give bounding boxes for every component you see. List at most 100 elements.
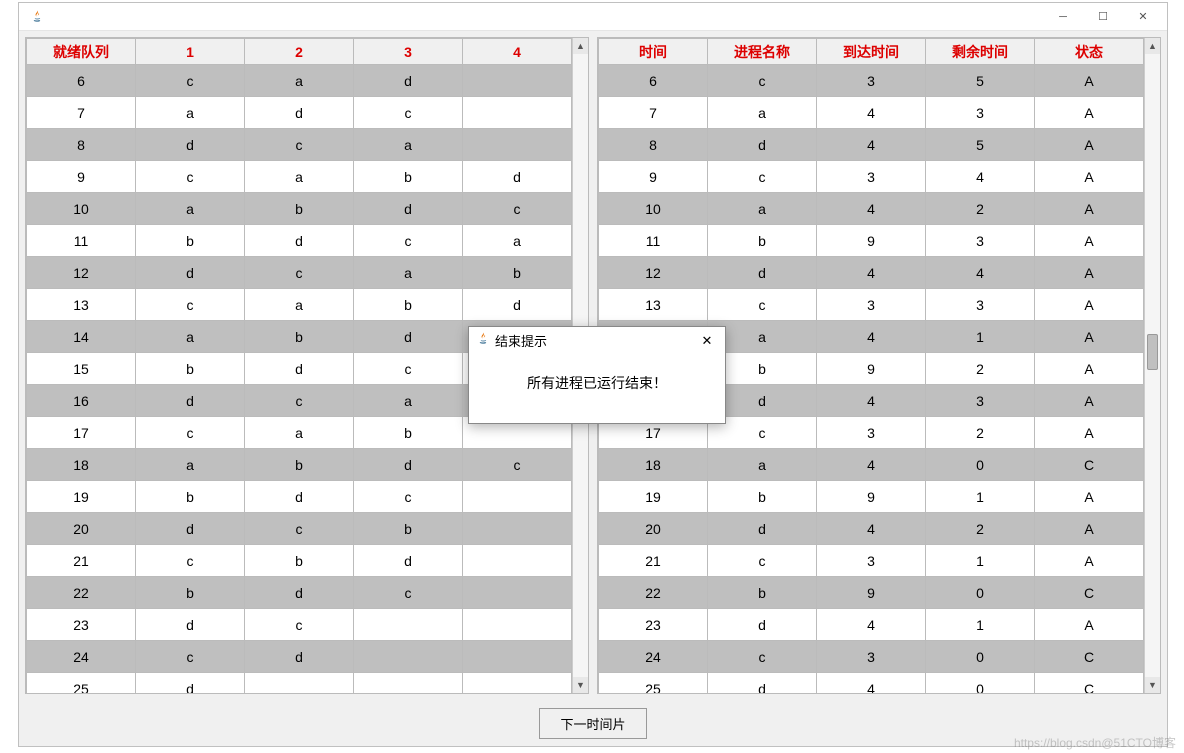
table-row[interactable]: 23d41A: [599, 609, 1144, 641]
table-cell: 19: [27, 481, 136, 513]
titlebar: ─ ☐ ✕: [19, 3, 1167, 31]
table-row[interactable]: 6cad: [27, 65, 572, 97]
table-cell: 0: [926, 449, 1035, 481]
table-cell: 8: [27, 129, 136, 161]
table-cell: [354, 673, 463, 694]
table-cell: b: [136, 577, 245, 609]
scroll-up-button[interactable]: ▲: [573, 38, 588, 54]
table-cell: 22: [27, 577, 136, 609]
table-row[interactable]: 12dcab: [27, 257, 572, 289]
table-row[interactable]: 11b93A: [599, 225, 1144, 257]
table-row[interactable]: 18abdc: [27, 449, 572, 481]
table-row[interactable]: 21c31A: [599, 545, 1144, 577]
table-cell: 2: [926, 417, 1035, 449]
dialog-close-button[interactable]: ✕: [695, 333, 719, 349]
table-cell: 3: [817, 161, 926, 193]
table-row[interactable]: 22b90C: [599, 577, 1144, 609]
table-cell: b: [708, 481, 817, 513]
next-timeslice-button[interactable]: 下一时间片: [539, 708, 646, 739]
table-cell: d: [463, 161, 572, 193]
table-cell: d: [136, 385, 245, 417]
scroll-down-button[interactable]: ▼: [573, 677, 588, 693]
table-cell: 4: [817, 321, 926, 353]
table-cell: c: [136, 161, 245, 193]
table-row[interactable]: 22bdc: [27, 577, 572, 609]
column-header[interactable]: 3: [354, 39, 463, 65]
table-cell: 15: [27, 353, 136, 385]
table-row[interactable]: 12d44A: [599, 257, 1144, 289]
table-row[interactable]: 10a42A: [599, 193, 1144, 225]
table-cell: 3: [926, 385, 1035, 417]
column-header[interactable]: 到达时间: [817, 39, 926, 65]
table-cell: 19: [599, 481, 708, 513]
table-row[interactable]: 20dcb: [27, 513, 572, 545]
table-row[interactable]: 19b91A: [599, 481, 1144, 513]
table-row[interactable]: 8dca: [27, 129, 572, 161]
table-cell: [463, 545, 572, 577]
table-row[interactable]: 10abdc: [27, 193, 572, 225]
table-cell: c: [136, 65, 245, 97]
table-cell: 11: [27, 225, 136, 257]
column-header[interactable]: 1: [136, 39, 245, 65]
window-controls: ─ ☐ ✕: [1043, 5, 1163, 29]
table-row[interactable]: 24cd: [27, 641, 572, 673]
minimize-button[interactable]: ─: [1043, 5, 1083, 29]
table-row[interactable]: 24c30C: [599, 641, 1144, 673]
table-cell: 12: [599, 257, 708, 289]
scroll-up-button[interactable]: ▲: [1145, 38, 1160, 54]
table-row[interactable]: 21cbd: [27, 545, 572, 577]
table-row[interactable]: 23dc: [27, 609, 572, 641]
table-cell: a: [245, 417, 354, 449]
column-header[interactable]: 状态: [1035, 39, 1144, 65]
column-header[interactable]: 剩余时间: [926, 39, 1035, 65]
table-row[interactable]: 19bdc: [27, 481, 572, 513]
table-cell: a: [136, 321, 245, 353]
table-row[interactable]: 7a43A: [599, 97, 1144, 129]
table-row[interactable]: 11bdca: [27, 225, 572, 257]
table-row[interactable]: 7adc: [27, 97, 572, 129]
table-cell: 9: [817, 225, 926, 257]
table-cell: 5: [926, 65, 1035, 97]
table-cell: 3: [817, 641, 926, 673]
close-button[interactable]: ✕: [1123, 5, 1163, 29]
column-header[interactable]: 就绪队列: [27, 39, 136, 65]
table-row[interactable]: 20d42A: [599, 513, 1144, 545]
column-header[interactable]: 2: [245, 39, 354, 65]
scroll-down-button[interactable]: ▼: [1145, 677, 1160, 693]
table-cell: A: [1035, 513, 1144, 545]
table-cell: d: [708, 673, 817, 694]
table-cell: d: [463, 289, 572, 321]
column-header[interactable]: 进程名称: [708, 39, 817, 65]
table-row[interactable]: 18a40C: [599, 449, 1144, 481]
table-cell: 2: [926, 193, 1035, 225]
table-cell: c: [136, 417, 245, 449]
table-cell: [463, 97, 572, 129]
table-row[interactable]: 9c34A: [599, 161, 1144, 193]
maximize-button[interactable]: ☐: [1083, 5, 1123, 29]
scroll-thumb[interactable]: [1147, 334, 1158, 370]
right-scrollbar[interactable]: ▲ ▼: [1144, 38, 1160, 693]
table-cell: b: [708, 225, 817, 257]
watermark-text: https://blog.csdn@51CTO博客: [1014, 734, 1176, 751]
column-header[interactable]: 4: [463, 39, 572, 65]
table-cell: c: [136, 545, 245, 577]
table-row[interactable]: 25d40C: [599, 673, 1144, 694]
column-header[interactable]: 时间: [599, 39, 708, 65]
table-cell: [354, 641, 463, 673]
table-cell: A: [1035, 545, 1144, 577]
table-row[interactable]: 13cabd: [27, 289, 572, 321]
table-cell: a: [136, 193, 245, 225]
table-cell: c: [708, 289, 817, 321]
table-cell: A: [1035, 65, 1144, 97]
table-cell: b: [136, 353, 245, 385]
table-row[interactable]: 25d: [27, 673, 572, 694]
table-cell: 4: [817, 673, 926, 694]
table-row[interactable]: 6c35A: [599, 65, 1144, 97]
table-cell: 9: [817, 577, 926, 609]
table-row[interactable]: 13c33A: [599, 289, 1144, 321]
table-cell: 3: [817, 545, 926, 577]
table-row[interactable]: 9cabd: [27, 161, 572, 193]
scroll-track[interactable]: [1145, 54, 1160, 677]
table-row[interactable]: 8d45A: [599, 129, 1144, 161]
table-cell: A: [1035, 385, 1144, 417]
